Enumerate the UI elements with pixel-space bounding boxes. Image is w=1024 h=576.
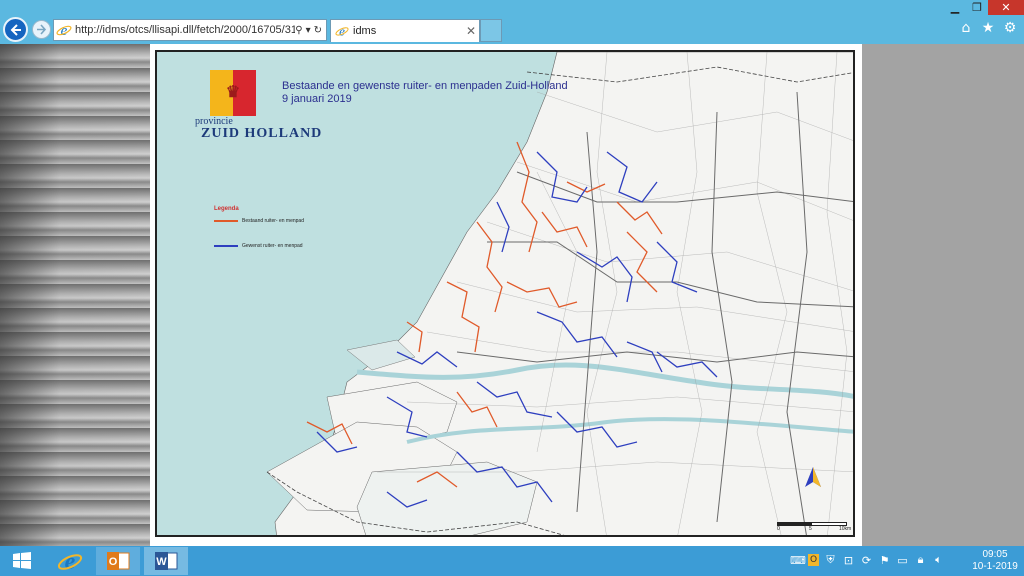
legend-label-desired: Gewenst ruiter- en menpad <box>242 243 303 249</box>
network-icon[interactable]: ⊡ <box>842 554 855 567</box>
lock-icon[interactable]: 🔒︎ <box>914 553 927 567</box>
rendering-artifact-strip <box>0 44 150 546</box>
page-content: ♛ provincie ZUID HOLLAND Bestaande en ge… <box>0 44 1024 546</box>
taskbar-internet-explorer[interactable]: e <box>48 547 92 575</box>
close-button[interactable]: ✕ <box>988 0 1024 15</box>
map-title: Bestaande en gewenste ruiter- en menpade… <box>282 80 568 92</box>
navigation-bar: e http://idms/otcs/llisapi.dll/fetch/200… <box>0 16 1024 44</box>
dropdown-icon[interactable]: ▾ <box>306 25 311 36</box>
windows-start-icon <box>13 552 31 569</box>
close-tab-icon[interactable]: ✕ <box>463 24 479 38</box>
sync-icon[interactable]: ⟳ <box>860 554 873 567</box>
svg-text:W: W <box>156 556 167 568</box>
flag-icon[interactable]: ⚑ <box>878 554 891 567</box>
title-bar: ▁ ❐ ✕ <box>0 0 1024 16</box>
internet-explorer-icon: e <box>335 24 349 38</box>
lion-icon: ♛ <box>225 82 241 101</box>
tab-idms[interactable]: e idms ✕ <box>330 19 480 42</box>
outlook-icon: O <box>107 552 130 570</box>
tab-title: idms <box>353 25 377 37</box>
start-button[interactable] <box>0 547 44 575</box>
island-south <box>356 461 538 535</box>
taskbar: e O W ⌨ O ⛨ ⊡ ⟳ ⚑ ▭ 🔒︎ 🔈︎ 09:05 10-1-201… <box>0 546 1024 576</box>
svg-text:e: e <box>65 549 76 574</box>
legend-title: Legenda <box>214 206 239 212</box>
back-button[interactable] <box>3 17 28 42</box>
legend-swatch-existing <box>214 220 238 222</box>
word-icon: W <box>155 552 178 570</box>
province-logo: ♛ <box>210 70 256 116</box>
map[interactable]: ♛ provincie ZUID HOLLAND Bestaande en ge… <box>155 50 855 537</box>
clock-date: 10-1-2019 <box>972 561 1018 572</box>
logo-name: ZUID HOLLAND <box>201 126 323 141</box>
svg-text:e: e <box>339 24 345 38</box>
scale-bar <box>777 522 847 526</box>
internet-explorer-icon: e <box>56 23 72 38</box>
legend-label-existing: Bestaand ruiter- en menpad <box>242 218 304 224</box>
battery-icon[interactable]: ▭ <box>896 554 909 567</box>
settings-icon[interactable]: ⚙ <box>1002 20 1018 36</box>
search-icon[interactable]: ⚲ <box>295 25 302 36</box>
minimize-icon: ▁ <box>950 1 960 14</box>
volume-icon[interactable]: 🔈︎ <box>932 553 945 567</box>
refresh-icon[interactable]: ↻ <box>314 25 322 36</box>
minimize-button[interactable]: ▁ <box>945 0 965 15</box>
legend-swatch-desired <box>214 245 238 247</box>
forward-button[interactable] <box>32 20 51 39</box>
scale-label-0: 0 <box>777 526 780 532</box>
shield-icon[interactable]: ⛨ <box>824 553 837 567</box>
svg-text:e: e <box>61 23 68 38</box>
clock[interactable]: 09:05 10-1-2019 <box>970 549 1020 573</box>
new-tab-button[interactable] <box>480 19 502 42</box>
back-icon <box>10 23 21 36</box>
map-drawing <box>157 52 853 535</box>
map-date: 9 januari 2019 <box>282 93 352 105</box>
pdf-page: ♛ provincie ZUID HOLLAND Bestaande en ge… <box>150 44 862 546</box>
restore-icon: ❐ <box>972 1 982 14</box>
office-icon[interactable]: O <box>808 554 819 566</box>
address-bar[interactable]: e http://idms/otcs/llisapi.dll/fetch/200… <box>53 19 327 41</box>
scale-label-5: 5 <box>809 526 812 532</box>
forward-icon <box>37 24 47 35</box>
taskbar-word[interactable]: W <box>144 547 188 575</box>
keyboard-icon[interactable]: ⌨ <box>790 554 806 567</box>
home-icon[interactable]: ⌂ <box>958 20 974 36</box>
close-icon: ✕ <box>1001 1 1011 14</box>
clock-time: 09:05 <box>982 549 1008 560</box>
system-tray: ⌨ O ⛨ ⊡ ⟳ ⚑ ▭ 🔒︎ 🔈︎ <box>790 553 945 567</box>
internet-explorer-icon: e <box>57 549 83 574</box>
taskbar-outlook[interactable]: O <box>96 547 140 575</box>
svg-text:O: O <box>109 556 118 568</box>
favorites-icon[interactable]: ★ <box>980 20 996 36</box>
restore-button[interactable]: ❐ <box>966 0 988 15</box>
page-background <box>862 44 1024 546</box>
scale-label-10: 10km <box>839 526 852 532</box>
url-text[interactable]: http://idms/otcs/llisapi.dll/fetch/2000/… <box>72 24 295 36</box>
